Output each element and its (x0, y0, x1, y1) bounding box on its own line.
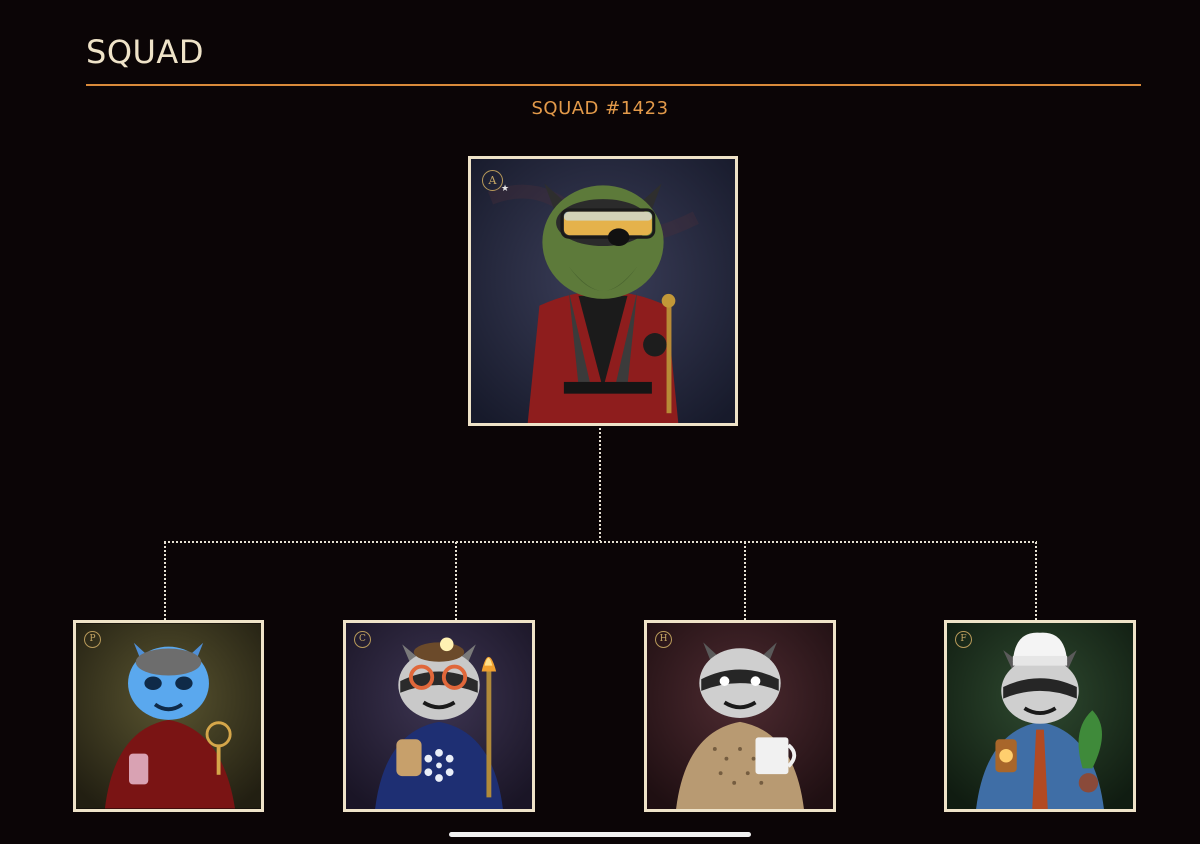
member-card-4[interactable]: F (944, 620, 1136, 812)
page-title: SQUAD (86, 33, 204, 71)
role-badge: F (955, 631, 972, 648)
member-portrait-1 (76, 623, 261, 809)
member-card-2[interactable]: C (343, 620, 535, 812)
home-indicator[interactable] (449, 832, 751, 837)
member-card-3[interactable]: H (644, 620, 836, 812)
role-badge: H (655, 631, 672, 648)
leader-card[interactable]: A ★ (468, 156, 738, 426)
role-badge: P (84, 631, 101, 648)
title-divider (86, 84, 1141, 86)
mug-icon (755, 737, 789, 775)
member-portrait-2 (346, 623, 532, 809)
member-portrait-3 (647, 623, 833, 809)
role-badge: C (354, 631, 371, 648)
member-portrait-4 (947, 623, 1133, 809)
member-card-1[interactable]: P (73, 620, 264, 812)
star-icon: ★ (501, 184, 510, 194)
leader-portrait (471, 159, 735, 423)
squad-id-label: SQUAD #1423 (531, 98, 669, 119)
role-badge: A (482, 170, 503, 191)
